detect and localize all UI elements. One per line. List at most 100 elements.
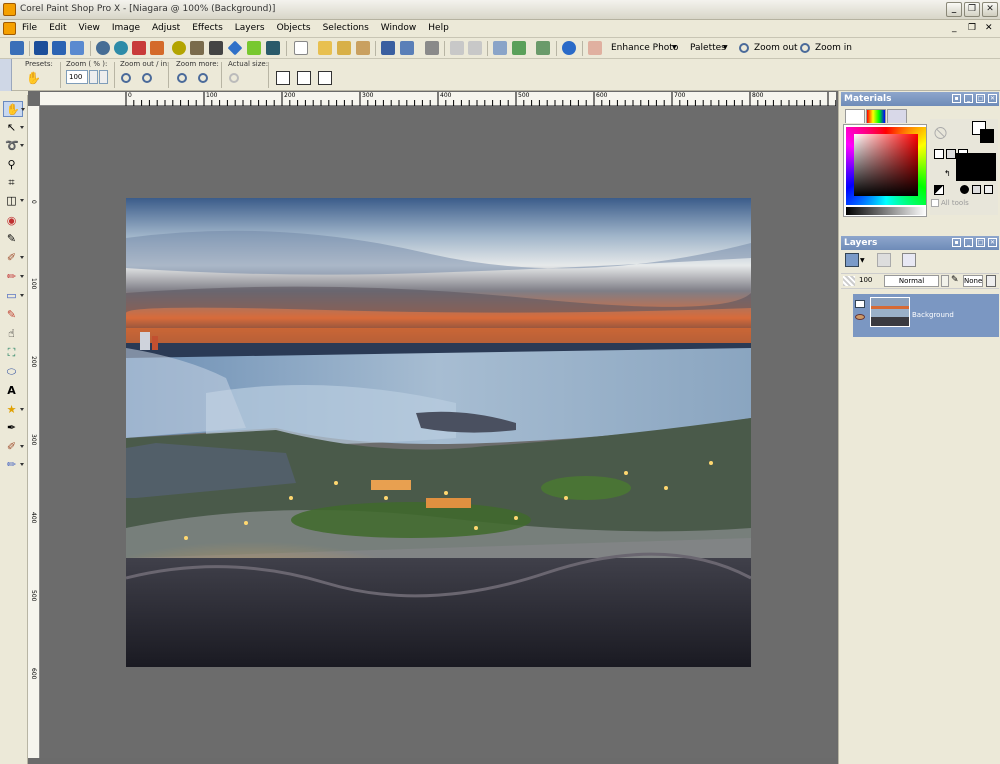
layer-item[interactable]: Background (853, 294, 999, 337)
all-tools-option[interactable]: All tools (931, 199, 969, 207)
minimize-icon[interactable]: _ (964, 238, 973, 247)
film-icon[interactable] (266, 41, 280, 55)
menu-view[interactable]: View (79, 23, 108, 33)
selection-tool[interactable]: ➰ (3, 138, 24, 154)
fit-image-icon[interactable] (297, 71, 311, 85)
layer-visibility-icon[interactable] (855, 300, 865, 308)
new-file-icon[interactable] (294, 41, 308, 55)
image-canvas[interactable] (126, 198, 751, 667)
brightness-icon[interactable] (150, 41, 164, 55)
spider-icon[interactable] (209, 41, 223, 55)
crop-tool[interactable]: ⌗ (3, 175, 23, 191)
art-media-tool[interactable]: ✏ (3, 457, 24, 473)
chevron-down-icon[interactable]: ▼ (723, 44, 728, 51)
red-eye-icon[interactable] (132, 41, 146, 55)
zoom-out-button[interactable]: Zoom out (754, 43, 798, 53)
link-icon[interactable]: ✎ (951, 275, 961, 287)
menu-help[interactable]: Help (428, 23, 457, 33)
enhance-photo-button[interactable]: Enhance Photo (611, 43, 678, 53)
actual-size-icon[interactable] (229, 73, 239, 83)
paint-brush-tool[interactable]: ✏ (3, 269, 24, 285)
chevron-down-icon[interactable]: ▼ (860, 257, 865, 264)
minimize-button[interactable]: _ (946, 2, 962, 17)
opacity-value[interactable]: 100 (859, 276, 872, 284)
save-icon[interactable] (381, 41, 395, 55)
eraser-tool[interactable]: ▭ (3, 288, 24, 304)
clone-tool[interactable]: ✐ (3, 250, 24, 266)
preset-shape-tool[interactable]: ★ (3, 402, 24, 418)
reset-colors-icon[interactable] (934, 185, 944, 195)
fit-window-icon[interactable] (276, 71, 290, 85)
pick-tool[interactable]: ↖ (3, 120, 24, 136)
texture-icon[interactable] (190, 41, 204, 55)
print-icon[interactable] (425, 41, 439, 55)
hand-icon[interactable]: ✋ (26, 71, 41, 85)
warp-brush-tool[interactable]: ✐ (3, 439, 24, 455)
texture-toggle-icon[interactable] (934, 149, 944, 159)
menu-selections[interactable]: Selections (323, 23, 377, 33)
menu-objects[interactable]: Objects (277, 23, 319, 33)
menu-window[interactable]: Window (381, 23, 425, 33)
pattern-toggle-icon[interactable] (946, 149, 956, 159)
mdi-close-button[interactable]: ✕ (985, 23, 993, 33)
mdi-minimize-button[interactable]: _ (952, 23, 957, 33)
zoom-dropdown[interactable] (99, 70, 108, 84)
maximize-icon[interactable]: □ (976, 94, 985, 103)
document-icon[interactable] (3, 22, 16, 35)
scanner-icon[interactable] (356, 41, 370, 55)
background-color-swatch[interactable] (956, 153, 996, 181)
makeover-tool[interactable]: ✎ (3, 231, 23, 247)
mdi-restore-button[interactable]: ❐ (968, 23, 976, 33)
solid-style-icon[interactable] (960, 185, 969, 194)
edit-selection-icon[interactable] (902, 253, 916, 267)
delete-layer-icon[interactable] (877, 253, 891, 267)
gradient-style-icon[interactable] (972, 185, 981, 194)
redo-icon[interactable] (468, 41, 482, 55)
swap-icon[interactable]: ↰ (944, 169, 952, 178)
restore-button[interactable]: ❐ (964, 2, 980, 17)
layout-icon[interactable] (70, 41, 84, 55)
flood-fill-tool[interactable]: ⛶ (3, 345, 23, 361)
open-folder-icon[interactable] (318, 41, 332, 55)
text-tool[interactable]: A (3, 383, 23, 399)
menu-file[interactable]: File (22, 23, 45, 33)
move-tool[interactable]: ◫ (3, 193, 24, 209)
pan-tool[interactable]: ✋ (3, 101, 25, 117)
lock-select[interactable]: None (963, 275, 983, 287)
zoom-in-more-icon[interactable] (198, 73, 208, 83)
color-picker[interactable] (843, 124, 927, 217)
menu-image[interactable]: Image (112, 23, 148, 33)
new-layer-icon[interactable] (845, 253, 859, 267)
zoom-input[interactable]: 100 (66, 70, 88, 84)
tab-frame[interactable] (845, 109, 865, 123)
maximize-icon[interactable]: □ (976, 238, 985, 247)
palette-grip[interactable] (0, 59, 12, 91)
saturation-value-square[interactable] (854, 134, 918, 196)
save-as-icon[interactable] (400, 41, 414, 55)
smudge-tool[interactable]: ☝ (3, 326, 23, 342)
undo-icon[interactable] (450, 41, 464, 55)
grayscale-strip[interactable] (846, 207, 926, 215)
menu-effects[interactable]: Effects (192, 23, 231, 33)
zoom-in-icon[interactable] (142, 73, 152, 83)
info-icon[interactable] (562, 41, 576, 55)
sparkle-icon[interactable] (247, 41, 261, 55)
zoom-in-button[interactable]: Zoom in (815, 43, 852, 53)
picture-tube-tool[interactable]: ⬭ (3, 364, 23, 380)
photo-icon[interactable] (52, 41, 66, 55)
browse-folder-icon[interactable] (337, 41, 351, 55)
blend-mode-select[interactable]: Normal (884, 275, 939, 287)
target-icon[interactable] (172, 41, 186, 55)
dropper-tool[interactable]: ⚲ (3, 157, 23, 173)
close-icon[interactable]: ✕ (988, 238, 997, 247)
diamond-icon[interactable] (227, 40, 243, 56)
chevron-down-icon[interactable]: ▼ (672, 44, 677, 51)
menu-adjust[interactable]: Adjust (152, 23, 188, 33)
lock-icon[interactable] (986, 275, 996, 287)
palettes-button[interactable]: Palettes (690, 43, 726, 53)
resize-icon[interactable] (493, 41, 507, 55)
globe-icon[interactable] (114, 41, 128, 55)
sphere-icon[interactable] (96, 41, 110, 55)
close-button[interactable]: ✕ (982, 2, 998, 17)
zoom-spinner[interactable] (89, 70, 98, 84)
